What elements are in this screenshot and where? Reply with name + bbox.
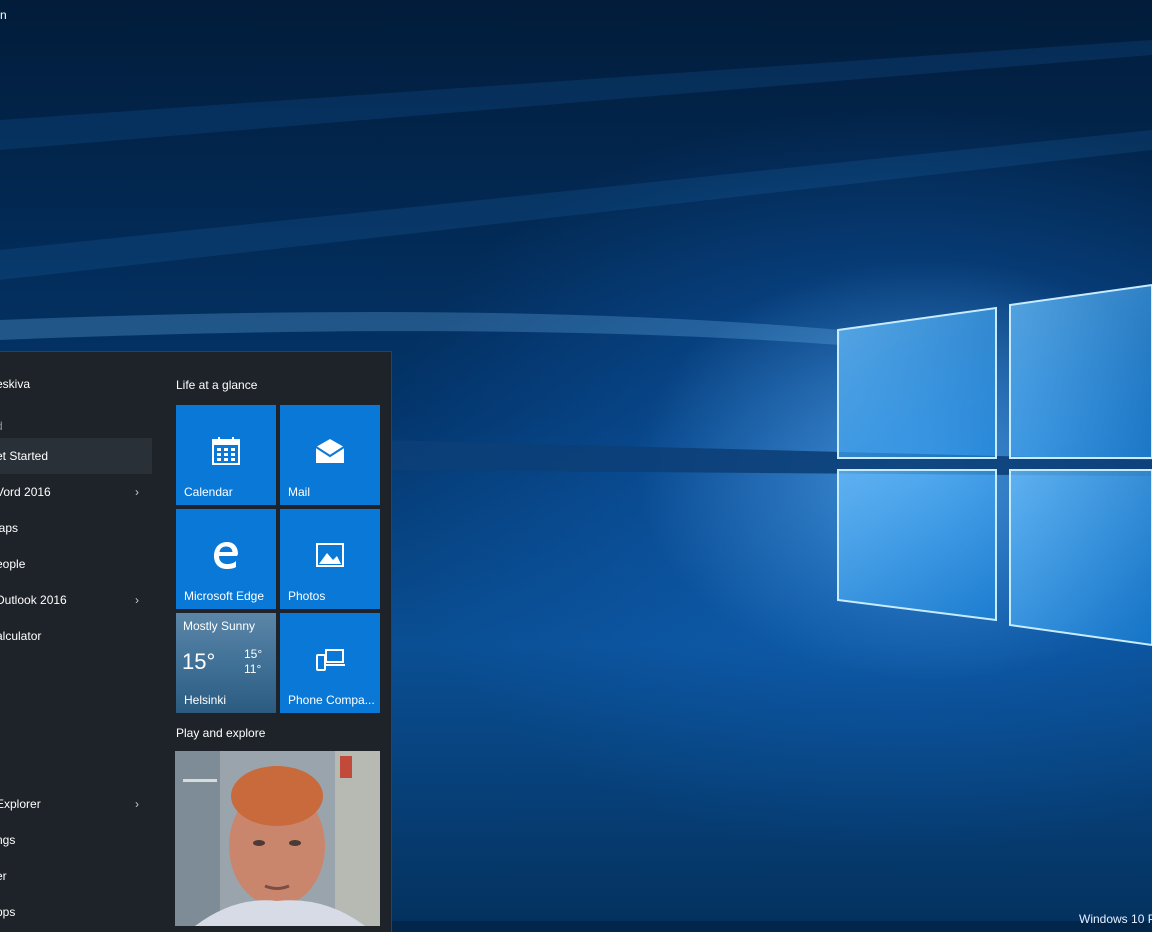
app-outlook-2016[interactable]: Dutlook 2016 ›: [0, 582, 152, 618]
tile-label: Calendar: [184, 485, 233, 499]
desktop-icon-label[interactable]: n: [0, 8, 7, 22]
settings-item[interactable]: ngs: [0, 822, 152, 858]
app-calculator[interactable]: alculator: [0, 618, 152, 654]
app-label: eople: [0, 557, 26, 571]
weather-low: 11°: [244, 662, 262, 676]
user-account-name[interactable]: eskiva: [0, 377, 30, 391]
tile-calendar[interactable]: Calendar: [176, 405, 276, 505]
app-label: alculator: [0, 629, 42, 643]
group-title-play[interactable]: Play and explore: [176, 726, 265, 740]
power-item[interactable]: er: [0, 858, 152, 894]
app-label: et Started: [0, 449, 49, 463]
person-photo: [175, 751, 380, 926]
weather-condition: Mostly Sunny: [183, 619, 256, 633]
tile-photo-person[interactable]: [175, 751, 380, 926]
tile-label: Phone Compa...: [288, 693, 375, 707]
chevron-right-icon[interactable]: ›: [135, 593, 139, 607]
all-apps-item[interactable]: pps: [0, 894, 152, 930]
app-label: ngs: [0, 833, 16, 847]
app-word-2016[interactable]: Vord 2016 ›: [0, 474, 152, 510]
mail-icon: [315, 439, 345, 463]
edge-icon: [214, 542, 238, 569]
tile-label: Photos: [288, 589, 326, 603]
app-label: pps: [0, 905, 16, 919]
app-people[interactable]: eople: [0, 546, 152, 582]
tile-phone-companion[interactable]: Phone Compa...: [280, 613, 380, 713]
tile-weather[interactable]: Mostly Sunny 15° 15° 11° Helsinki: [176, 613, 276, 713]
app-label: Explorer: [0, 797, 41, 811]
tile-photos[interactable]: Photos: [280, 509, 380, 609]
windows-watermark: Windows 10 P: [1079, 912, 1152, 926]
app-label: Dutlook 2016: [0, 593, 67, 607]
calendar-icon: [212, 437, 240, 465]
tile-label: Microsoft Edge: [184, 589, 265, 603]
weather-city: Helsinki: [184, 693, 227, 707]
phone-laptop-icon: [316, 649, 345, 671]
app-list: eskiva d et Started Vord 2016 › laps eop…: [0, 352, 152, 932]
chevron-right-icon[interactable]: ›: [135, 797, 139, 811]
tile-mail[interactable]: Mail: [280, 405, 380, 505]
app-label: er: [0, 869, 7, 883]
weather-high: 15°: [244, 647, 263, 661]
chevron-right-icon[interactable]: ›: [135, 485, 139, 499]
photos-icon: [316, 543, 344, 567]
app-label: laps: [0, 521, 19, 535]
tile-microsoft-edge[interactable]: Microsoft Edge: [176, 509, 276, 609]
app-maps[interactable]: laps: [0, 510, 152, 546]
app-get-started[interactable]: et Started: [0, 438, 152, 474]
weather-temperature: 15°: [182, 649, 216, 674]
section-letter: d: [0, 419, 3, 433]
tile-label: Mail: [288, 485, 311, 499]
group-title-life[interactable]: Life at a glance: [176, 378, 257, 392]
start-menu: eskiva d et Started Vord 2016 › laps eop…: [0, 351, 392, 932]
app-label: Vord 2016: [0, 485, 51, 499]
file-explorer-item[interactable]: Explorer ›: [0, 786, 152, 822]
